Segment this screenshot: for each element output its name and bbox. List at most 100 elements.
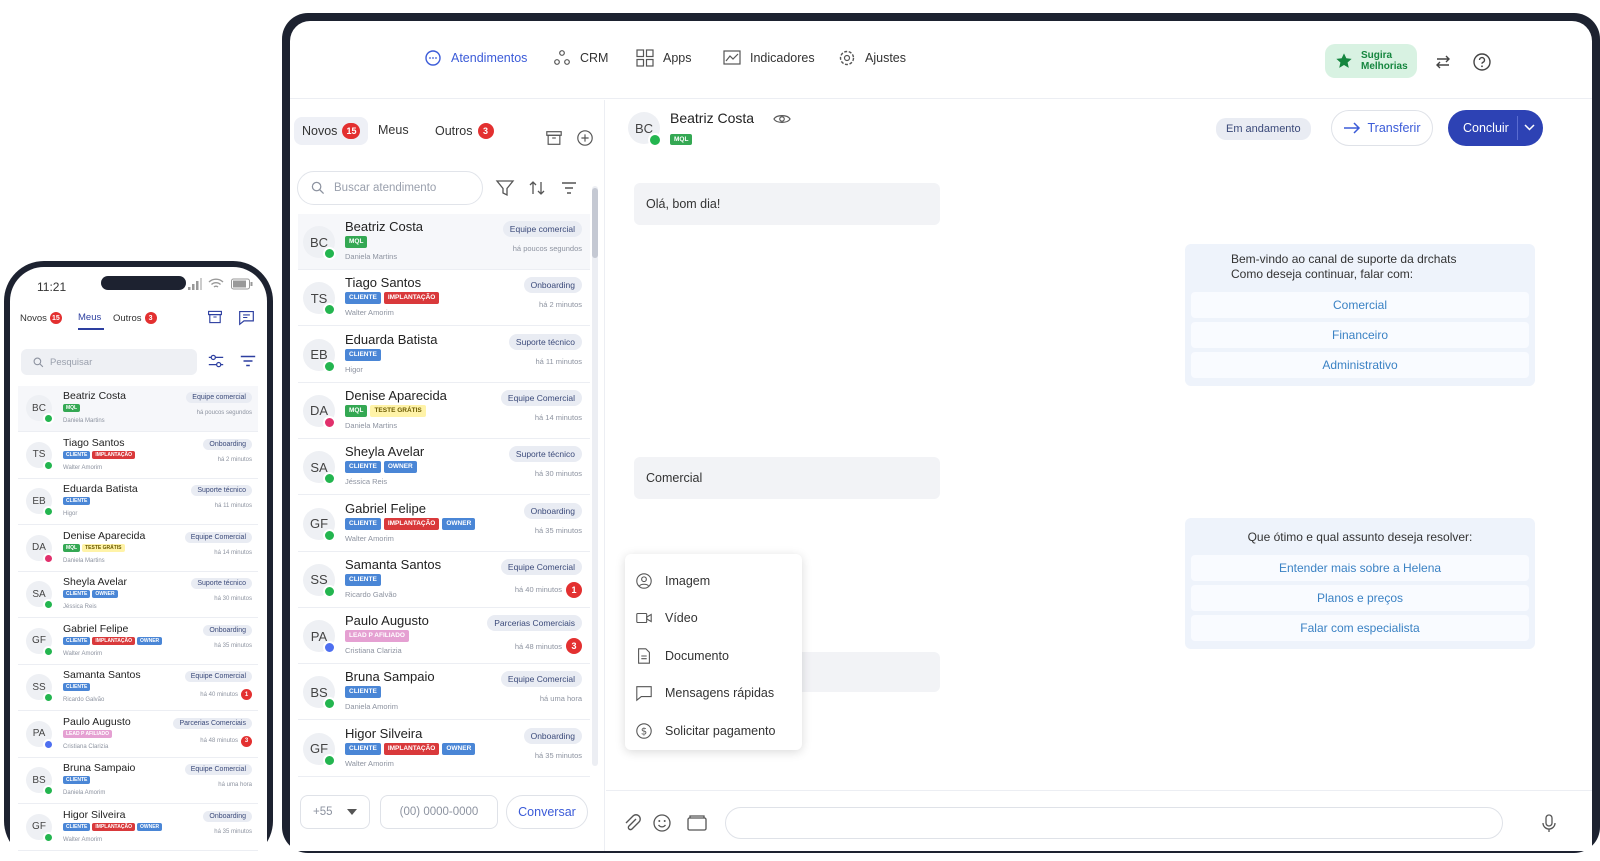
menu-item-imagem[interactable]: Imagem — [625, 562, 802, 600]
tab-outros[interactable]: Outros 3 — [435, 123, 494, 139]
nav-crm[interactable]: CRM — [552, 48, 608, 68]
conversation-row[interactable]: SA Sheyla Avelar CLIENTE OWNER Jéssica Reis S… — [298, 439, 590, 496]
tab-novos[interactable]: Novos 15 — [294, 117, 369, 145]
conversation-row[interactable]: PA Paulo Augusto LEAD P AFILIADO Cristiana … — [298, 608, 590, 665]
phone-placeholder: (00) 0000-0000 — [399, 806, 479, 818]
instagram-icon — [323, 415, 336, 429]
conversation-row[interactable]: SA Sheyla Avelar CLIENTE OWNER Jéssica Reis S… — [18, 572, 258, 618]
scrollbar-track[interactable] — [592, 186, 598, 766]
nav-atendimentos[interactable]: Atendimentos — [423, 48, 527, 68]
conversation-row[interactable]: SS Samanta Santos CLIENTE Ricardo Galvão Equ… — [18, 665, 258, 711]
conversation-row[interactable]: BC Beatriz Costa MQL Daniela Martins Equipe … — [298, 214, 590, 270]
conversation-row[interactable]: EB Eduarda Batista CLIENTE Higor Suporte téc… — [298, 326, 590, 383]
menu-item-mensagens-rapidas[interactable]: Mensagens rápidas — [625, 675, 802, 713]
tag-impl: IMPLANTAÇÃO — [383, 517, 440, 530]
team-badge: Equipe Comercial — [184, 531, 252, 543]
tag-cliente: CLIENTE — [345, 292, 381, 305]
nav-label: Atendimentos — [451, 51, 528, 65]
time-text: há 14 minutos — [534, 412, 582, 422]
conclude-label: Concluir — [1463, 121, 1509, 135]
conversation-row[interactable]: GF Higor Silveira CLIENTE IMPLANTAÇÃO OWNER W… — [298, 720, 590, 777]
time-text: há 30 minutos — [534, 469, 582, 479]
tab-meus[interactable]: Meus — [78, 312, 101, 323]
nav-apps[interactable]: Apps — [635, 48, 692, 68]
unread-badge: 3 — [241, 735, 252, 747]
suggest-improvements-button[interactable]: Sugira Melhorias — [1325, 44, 1417, 78]
bot-option-comercial[interactable]: Comercial — [1191, 292, 1529, 318]
conclude-button[interactable]: Concluir — [1448, 110, 1543, 146]
tab-novos[interactable]: Novos 15 — [20, 312, 62, 324]
time-text: há 35 minutos — [214, 828, 252, 835]
conversar-button[interactable]: Conversar — [506, 795, 588, 829]
conversation-row[interactable]: DA Denise Aparecida MQL TESTE GRÁTIS Daniela… — [298, 382, 590, 439]
team-badge: Equipe comercial — [502, 221, 582, 237]
tag-mql: MQL — [63, 543, 81, 552]
sort-lines-icon[interactable] — [559, 178, 579, 198]
filter-sliders-icon[interactable] — [207, 352, 225, 370]
archive-icon[interactable] — [207, 309, 223, 325]
emoji-icon[interactable] — [652, 813, 672, 833]
microphone-icon[interactable] — [1539, 813, 1559, 833]
tab-meus[interactable]: Meus — [378, 123, 409, 137]
message-bubble: Comercial — [634, 457, 940, 499]
messenger-icon — [43, 738, 54, 750]
menu-item-documento[interactable]: Documento — [625, 637, 802, 675]
paperclip-icon[interactable] — [622, 813, 642, 833]
menu-item-video[interactable]: Vídeo — [625, 600, 802, 638]
chevron-down-icon[interactable] — [1524, 124, 1535, 132]
conversation-row[interactable]: GF Gabriel Felipe CLIENTE IMPLANTAÇÃO OWNER W… — [18, 619, 258, 665]
contact-name: Gabriel Felipe — [345, 500, 426, 516]
search-input[interactable]: Pesquisar — [21, 349, 197, 375]
conversation-row[interactable]: GF Higor Silveira CLIENTE IMPLANTAÇÃO OWNER W… — [18, 805, 258, 851]
conversation-row[interactable]: GF Gabriel Felipe CLIENTE IMPLANTAÇÃO OWNER W… — [298, 495, 590, 552]
timestamp: há 35 minutos — [214, 643, 252, 649]
conversation-row[interactable]: EB Eduarda Batista CLIENTE Higor Suporte téc… — [18, 479, 258, 525]
add-circle-icon[interactable] — [576, 129, 594, 147]
new-chat-icon[interactable] — [238, 309, 255, 326]
conversation-row[interactable]: BS Bruna Sampaio CLIENTE Daniela Amorim Equi… — [298, 664, 590, 721]
bot-text: Bem-vindo ao canal de suporte da drchats… — [1191, 250, 1529, 288]
filter-icon[interactable] — [495, 178, 515, 198]
bot-option-helena[interactable]: Entender mais sobre a Helena — [1191, 555, 1529, 581]
team-badge: Onboarding — [523, 277, 582, 294]
sort-lines-icon[interactable] — [239, 352, 257, 370]
time-text: há 48 minutos — [200, 738, 238, 744]
swap-arrows-icon[interactable] — [1433, 52, 1453, 72]
time-text: há 14 minutos — [214, 549, 252, 556]
bot-option-administrativo[interactable]: Administrativo — [1191, 352, 1529, 378]
conversation-row[interactable]: TS Tiago Santos CLIENTE IMPLANTAÇÃO Walter A… — [298, 270, 590, 327]
conversation-row[interactable]: BS Bruna Sampaio CLIENTE Daniela Amorim Equi… — [18, 758, 258, 804]
tab-outros[interactable]: Outros 3 — [113, 312, 157, 324]
templates-icon[interactable] — [686, 813, 708, 833]
transfer-button[interactable]: Transferir — [1331, 110, 1433, 146]
nav-ajustes[interactable]: Ajustes — [837, 48, 906, 68]
svg-text:$: $ — [641, 726, 647, 737]
search-input[interactable]: Buscar atendimento — [297, 171, 483, 205]
tag-teste: TESTE GRÁTIS — [82, 543, 125, 552]
conversation-row[interactable]: BC Beatriz Costa MQL Daniela Martins Equipe … — [18, 386, 258, 432]
conversation-row[interactable]: SS Samanta Santos CLIENTE Ricardo Galvão Equ… — [298, 551, 590, 608]
country-code-select[interactable]: +55 — [300, 795, 370, 829]
eye-icon[interactable] — [773, 112, 791, 126]
battery-icon — [231, 278, 253, 290]
contact-name: Beatriz Costa — [345, 219, 424, 234]
whatsapp-icon — [323, 584, 336, 598]
nav-indicadores[interactable]: Indicadores — [722, 48, 815, 68]
whatsapp-icon — [43, 831, 54, 843]
archive-icon[interactable] — [545, 129, 563, 147]
help-icon[interactable] — [1472, 52, 1492, 72]
bot-option-financeiro[interactable]: Financeiro — [1191, 322, 1529, 348]
menu-item-solicitar-pagamento[interactable]: $ Solicitar pagamento — [625, 712, 802, 750]
message-input[interactable] — [725, 807, 1503, 839]
bot-option-planos[interactable]: Planos e preços — [1191, 585, 1529, 611]
scrollbar-thumb[interactable] — [592, 188, 598, 258]
bot-option-especialista[interactable]: Falar com especialista — [1191, 615, 1529, 641]
sort-arrows-icon[interactable] — [527, 178, 547, 198]
conversation-row[interactable]: TS Tiago Santos CLIENTE IMPLANTAÇÃO Walter A… — [18, 433, 258, 479]
tag-cliente: CLIENTE — [63, 590, 91, 598]
conversation-row[interactable]: DA Denise Aparecida MQL TESTE GRÁTIS Daniela… — [18, 526, 258, 572]
conversation-row[interactable]: PA Paulo Augusto LEAD P AFILIADO Cristiana … — [18, 712, 258, 758]
contact-name: Paulo Augusto — [345, 613, 429, 629]
contact-name: Tiago Santos — [63, 436, 125, 449]
phone-input[interactable]: (00) 0000-0000 — [380, 795, 498, 829]
